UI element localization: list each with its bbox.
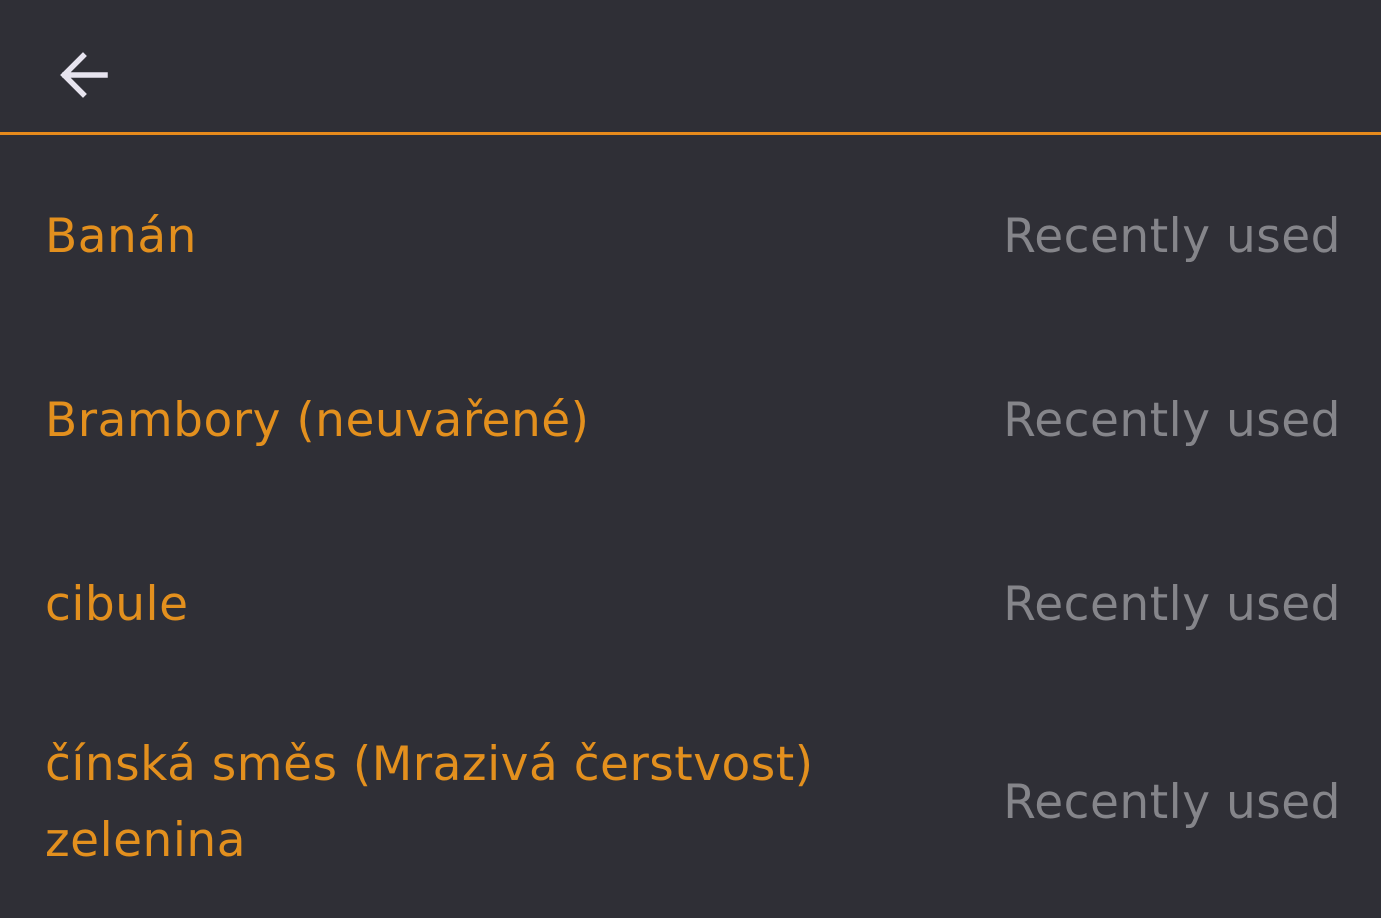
list-item[interactable]: cibule Recently used [0,567,1381,643]
item-name: Banán [45,209,197,264]
top-toolbar [0,0,1381,135]
list-item[interactable]: Banán Recently used [0,199,1381,275]
back-button[interactable] [48,39,120,111]
item-status: Recently used [1003,393,1341,448]
list-item[interactable]: Brambory (neuvařené) Recently used [0,383,1381,459]
app-root: Banán Recently used Brambory (neuvařené)… [0,0,1381,918]
item-name: čínská směs (Mrazivá čerstvost) zelenina [45,737,814,868]
item-status: Recently used [1003,775,1341,830]
item-name: Brambory (neuvařené) [45,393,590,448]
item-name: cibule [45,577,189,632]
list-item[interactable]: čínská směs (Mrazivá čerstvost) zelenina… [0,727,1381,879]
item-status: Recently used [1003,577,1341,632]
item-status: Recently used [1003,209,1341,264]
arrow-left-icon [60,52,108,98]
